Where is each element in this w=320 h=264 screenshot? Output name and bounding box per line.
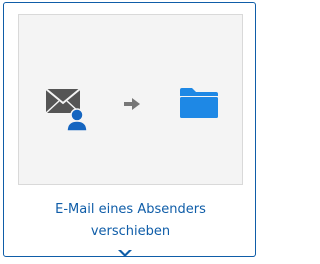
arrow-right-icon [124, 98, 140, 110]
move-sender-email-tile[interactable]: E-Mail eines Absenders verschieben [3, 2, 256, 257]
tile-preview [18, 14, 243, 185]
tile-caption: E-Mail eines Absenders verschieben [4, 199, 257, 243]
caption-line-2: verschieben [90, 224, 171, 239]
caption-line-1: E-Mail eines Absenders [55, 202, 206, 217]
envelope-user-icon [45, 88, 88, 131]
tile-pointer-inner [119, 249, 130, 254]
folder-icon [180, 88, 218, 118]
